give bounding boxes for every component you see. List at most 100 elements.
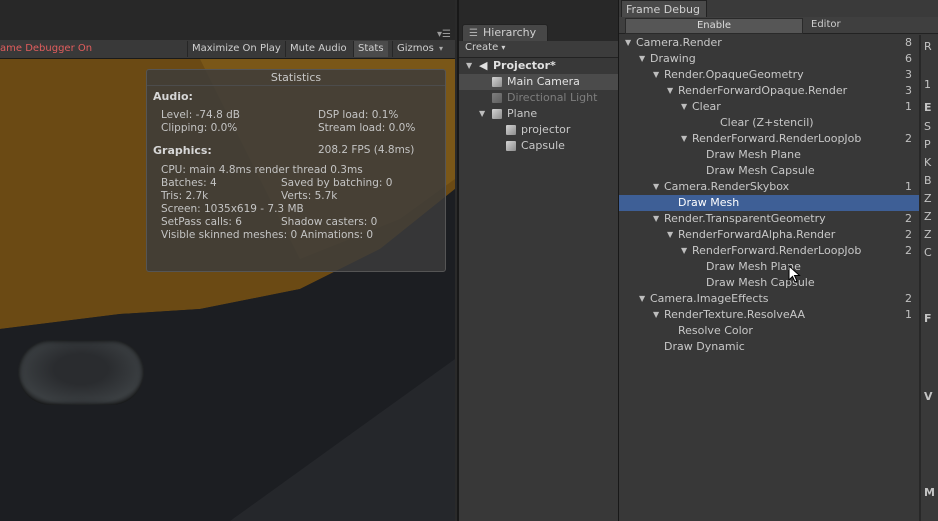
cpu-time: CPU: main 4.8ms render thread 0.3ms: [161, 164, 363, 176]
expand-arrow-icon[interactable]: ▼: [653, 67, 659, 83]
gizmos-dropdown-icon[interactable]: ▾: [439, 44, 443, 53]
fd-event-row[interactable]: ▼ Camera.ImageEffects 2: [619, 291, 919, 307]
stats-button[interactable]: Stats: [353, 41, 388, 57]
fd-event-label: RenderForward.RenderLoopJob: [692, 244, 862, 257]
hierarchy-list-icon: ☰: [469, 28, 478, 39]
expand-arrow-icon[interactable]: ▼: [681, 131, 687, 147]
expand-arrow-icon[interactable]: ▼: [466, 58, 472, 74]
expand-arrow-icon[interactable]: ▼: [479, 106, 485, 122]
shadow-casters: Shadow casters: 0: [281, 216, 378, 228]
expand-arrow-icon[interactable]: ▼: [639, 51, 645, 67]
fd-event-row[interactable]: Draw Mesh Plane: [619, 259, 919, 275]
expand-arrow-icon[interactable]: ▼: [639, 291, 645, 307]
game-view-panel: ▾☰ ame Debugger On Maximize On Play Mute…: [0, 0, 455, 521]
fd-event-label: Drawing: [650, 52, 696, 65]
fd-event-row[interactable]: ▼ Drawing 6: [619, 51, 919, 67]
hierarchy-item-label: Projector*: [493, 59, 556, 72]
statistics-title: Statistics: [147, 70, 445, 86]
fd-event-row[interactable]: ▼ RenderForward.RenderLoopJob 2: [619, 243, 919, 259]
tab-frame-debug[interactable]: Frame Debug: [621, 0, 707, 18]
fd-event-row-selected[interactable]: Draw Mesh: [619, 195, 919, 211]
tris: Tris: 2.7k: [161, 190, 209, 202]
maximize-on-play-button[interactable]: Maximize On Play: [187, 41, 285, 57]
verts: Verts: 5.7k: [281, 190, 338, 202]
fd-event-row[interactable]: ▼ Camera.Render 8: [619, 35, 919, 51]
fd-event-row[interactable]: ▼ RenderTexture.ResolveAA 1: [619, 307, 919, 323]
fd-event-count: 2: [905, 212, 912, 225]
fd-event-row[interactable]: Resolve Color: [619, 323, 919, 339]
detail-label: 1: [924, 78, 931, 91]
expand-arrow-icon[interactable]: ▼: [667, 227, 673, 243]
hierarchy-toolbar: Create ▾: [459, 41, 620, 58]
fd-event-row[interactable]: Draw Dynamic: [619, 339, 919, 355]
fd-event-label: Render.OpaqueGeometry: [664, 68, 804, 81]
fd-event-row[interactable]: ▼ Clear 1: [619, 99, 919, 115]
frame-debug-panel: Frame Debug Enable Editor ▼ Camera.Rende…: [618, 0, 938, 521]
gameobject-cube-icon: [492, 93, 502, 103]
stream-load: Stream load: 0.0%: [318, 122, 416, 134]
hierarchy-item-plane[interactable]: ▼ Plane: [459, 106, 620, 122]
fd-event-row[interactable]: Draw Mesh Plane: [619, 147, 919, 163]
expand-arrow-icon[interactable]: ▼: [625, 35, 631, 51]
detail-label: R: [924, 40, 932, 53]
statistics-window: Statistics Audio: Level: -74.8 dB DSP lo…: [146, 69, 446, 272]
tab-menu-icon[interactable]: ▾☰: [437, 29, 451, 40]
detail-label: F: [924, 312, 932, 325]
fd-event-row[interactable]: ▼ Render.OpaqueGeometry 3: [619, 67, 919, 83]
hierarchy-item-capsule[interactable]: Capsule: [459, 138, 620, 154]
fd-event-count: 6: [905, 52, 912, 65]
detail-label: Z: [924, 228, 932, 241]
fd-event-label: RenderForwardOpaque.Render: [678, 84, 848, 97]
hierarchy-item-main-camera[interactable]: Main Camera: [459, 74, 620, 90]
fd-event-label: Draw Mesh: [678, 196, 740, 209]
fd-event-row[interactable]: ▼ Camera.RenderSkybox 1: [619, 179, 919, 195]
mute-audio-button[interactable]: Mute Audio: [285, 41, 351, 57]
audio-clipping: Clipping: 0.0%: [161, 122, 238, 134]
editor-target-dropdown[interactable]: Editor: [805, 18, 931, 32]
frame-event-tree: ▼ Camera.Render 8 ▼ Drawing 6 ▼ Render.O…: [619, 35, 919, 521]
expand-arrow-icon[interactable]: ▼: [681, 99, 687, 115]
fd-event-row[interactable]: ▼ RenderForward.RenderLoopJob 2: [619, 131, 919, 147]
fd-event-row[interactable]: ▼ RenderForwardAlpha.Render 2: [619, 227, 919, 243]
expand-arrow-icon[interactable]: ▼: [653, 211, 659, 227]
enable-button[interactable]: Enable: [625, 18, 803, 34]
fd-event-count: 2: [905, 228, 912, 241]
hierarchy-item-label: Plane: [507, 107, 538, 120]
capsule-object: [18, 340, 144, 405]
fd-event-label: Clear (Z+stencil): [720, 116, 814, 129]
detail-label: Z: [924, 192, 932, 205]
saved-by-batching: Saved by batching: 0: [281, 177, 393, 189]
hierarchy-item-label: Main Camera: [507, 75, 580, 88]
frame-debug-tab-label: Frame Debug: [626, 3, 700, 16]
hierarchy-item-directional-light[interactable]: Directional Light: [459, 90, 620, 106]
fd-event-row[interactable]: ▼ RenderForwardOpaque.Render 3: [619, 83, 919, 99]
hierarchy-item-projector[interactable]: projector: [459, 122, 620, 138]
fps-value: 208.2 FPS (4.8ms): [318, 144, 415, 156]
expand-arrow-icon[interactable]: ▼: [653, 307, 659, 323]
expand-arrow-icon[interactable]: ▼: [681, 243, 687, 259]
frame-debug-toolbar: Enable Editor: [619, 17, 938, 34]
fd-event-count: 8: [905, 36, 912, 49]
hierarchy-scene-projector[interactable]: ▼ ◀ Projector*: [459, 58, 620, 74]
fd-event-label: RenderTexture.ResolveAA: [664, 308, 805, 321]
hierarchy-item-label: Capsule: [521, 139, 565, 152]
fd-event-row[interactable]: Draw Mesh Capsule: [619, 163, 919, 179]
fd-event-count: 3: [905, 68, 912, 81]
fd-event-label: RenderForward.RenderLoopJob: [692, 132, 862, 145]
expand-arrow-icon[interactable]: ▼: [667, 83, 673, 99]
gameobject-cube-icon: [492, 77, 502, 87]
fd-event-label: Draw Mesh Capsule: [706, 164, 815, 177]
fd-event-row[interactable]: ▼ Render.TransparentGeometry 2: [619, 211, 919, 227]
fd-event-row[interactable]: Clear (Z+stencil): [619, 115, 919, 131]
detail-label: S: [924, 120, 931, 133]
hierarchy-item-label: Directional Light: [507, 91, 598, 104]
hierarchy-panel: ☰ Hierarchy Create ▾ ▼ ◀ Projector* Main…: [457, 0, 620, 521]
create-dropdown-icon: ▾: [501, 43, 506, 52]
detail-label: Z: [924, 210, 932, 223]
tab-hierarchy[interactable]: ☰ Hierarchy: [462, 24, 548, 42]
fd-event-row[interactable]: Draw Mesh Capsule: [619, 275, 919, 291]
create-button[interactable]: Create ▾: [465, 42, 505, 53]
expand-arrow-icon[interactable]: ▼: [653, 179, 659, 195]
fd-event-count: 3: [905, 84, 912, 97]
gizmos-button[interactable]: Gizmos: [392, 41, 438, 57]
